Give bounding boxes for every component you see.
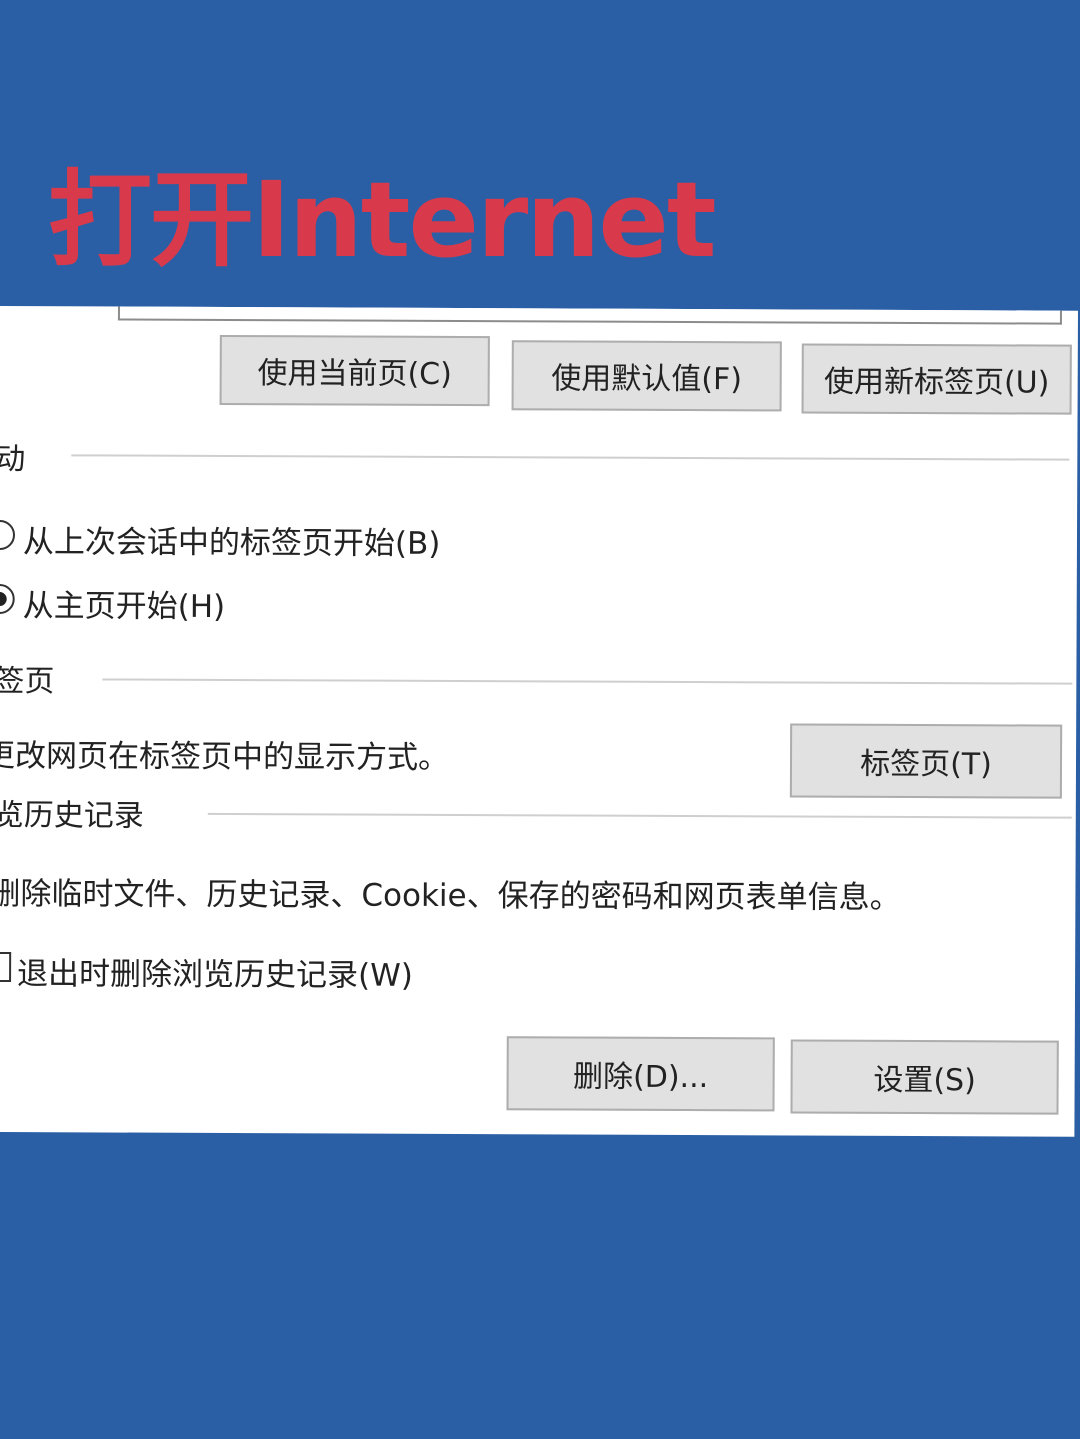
- home-page-address-box[interactable]: [117, 306, 1063, 325]
- radio-home-page[interactable]: [0, 583, 15, 615]
- history-description: 删除临时文件、历史记录、Cookie、保存的密码和网页表单信息。: [0, 875, 901, 916]
- tabs-section-label: 签页: [0, 663, 55, 700]
- tabs-section-divider: [102, 678, 1073, 685]
- use-current-page-button[interactable]: 使用当前页(C): [219, 334, 490, 407]
- radio-home-page-label: 从主页开始(H): [22, 588, 226, 625]
- history-settings-button[interactable]: 设置(S): [790, 1039, 1059, 1115]
- radio-last-session[interactable]: [0, 519, 16, 551]
- tabs-button[interactable]: 标签页(T): [789, 723, 1063, 799]
- delete-on-exit-checkbox[interactable]: [0, 951, 12, 983]
- history-section-divider: [207, 812, 1072, 819]
- startup-section-divider: [71, 454, 1070, 461]
- internet-options-panel: 使用当前页(C) 使用默认值(F) 使用新标签页(U) 动 从上次会话中的标签页…: [0, 306, 1078, 1137]
- startup-section-label: 动: [0, 441, 26, 478]
- history-section-label: 览历史记录: [0, 797, 144, 834]
- tabs-description: 更改网页在标签页中的显示方式。: [0, 737, 450, 776]
- use-new-tab-button[interactable]: 使用新标签页(U): [801, 343, 1072, 415]
- use-default-button[interactable]: 使用默认值(F): [511, 340, 782, 412]
- headline-title: 打开Internet: [48, 159, 717, 281]
- delete-history-button[interactable]: 删除(D)...: [506, 1036, 775, 1112]
- page: 打开Internet 使用当前页(C) 使用默认值(F) 使用新标签页(U) 动…: [0, 0, 1080, 1439]
- delete-on-exit-label: 退出时删除浏览历史记录(W): [17, 956, 414, 994]
- radio-last-session-label: 从上次会话中的标签页开始(B): [22, 524, 441, 562]
